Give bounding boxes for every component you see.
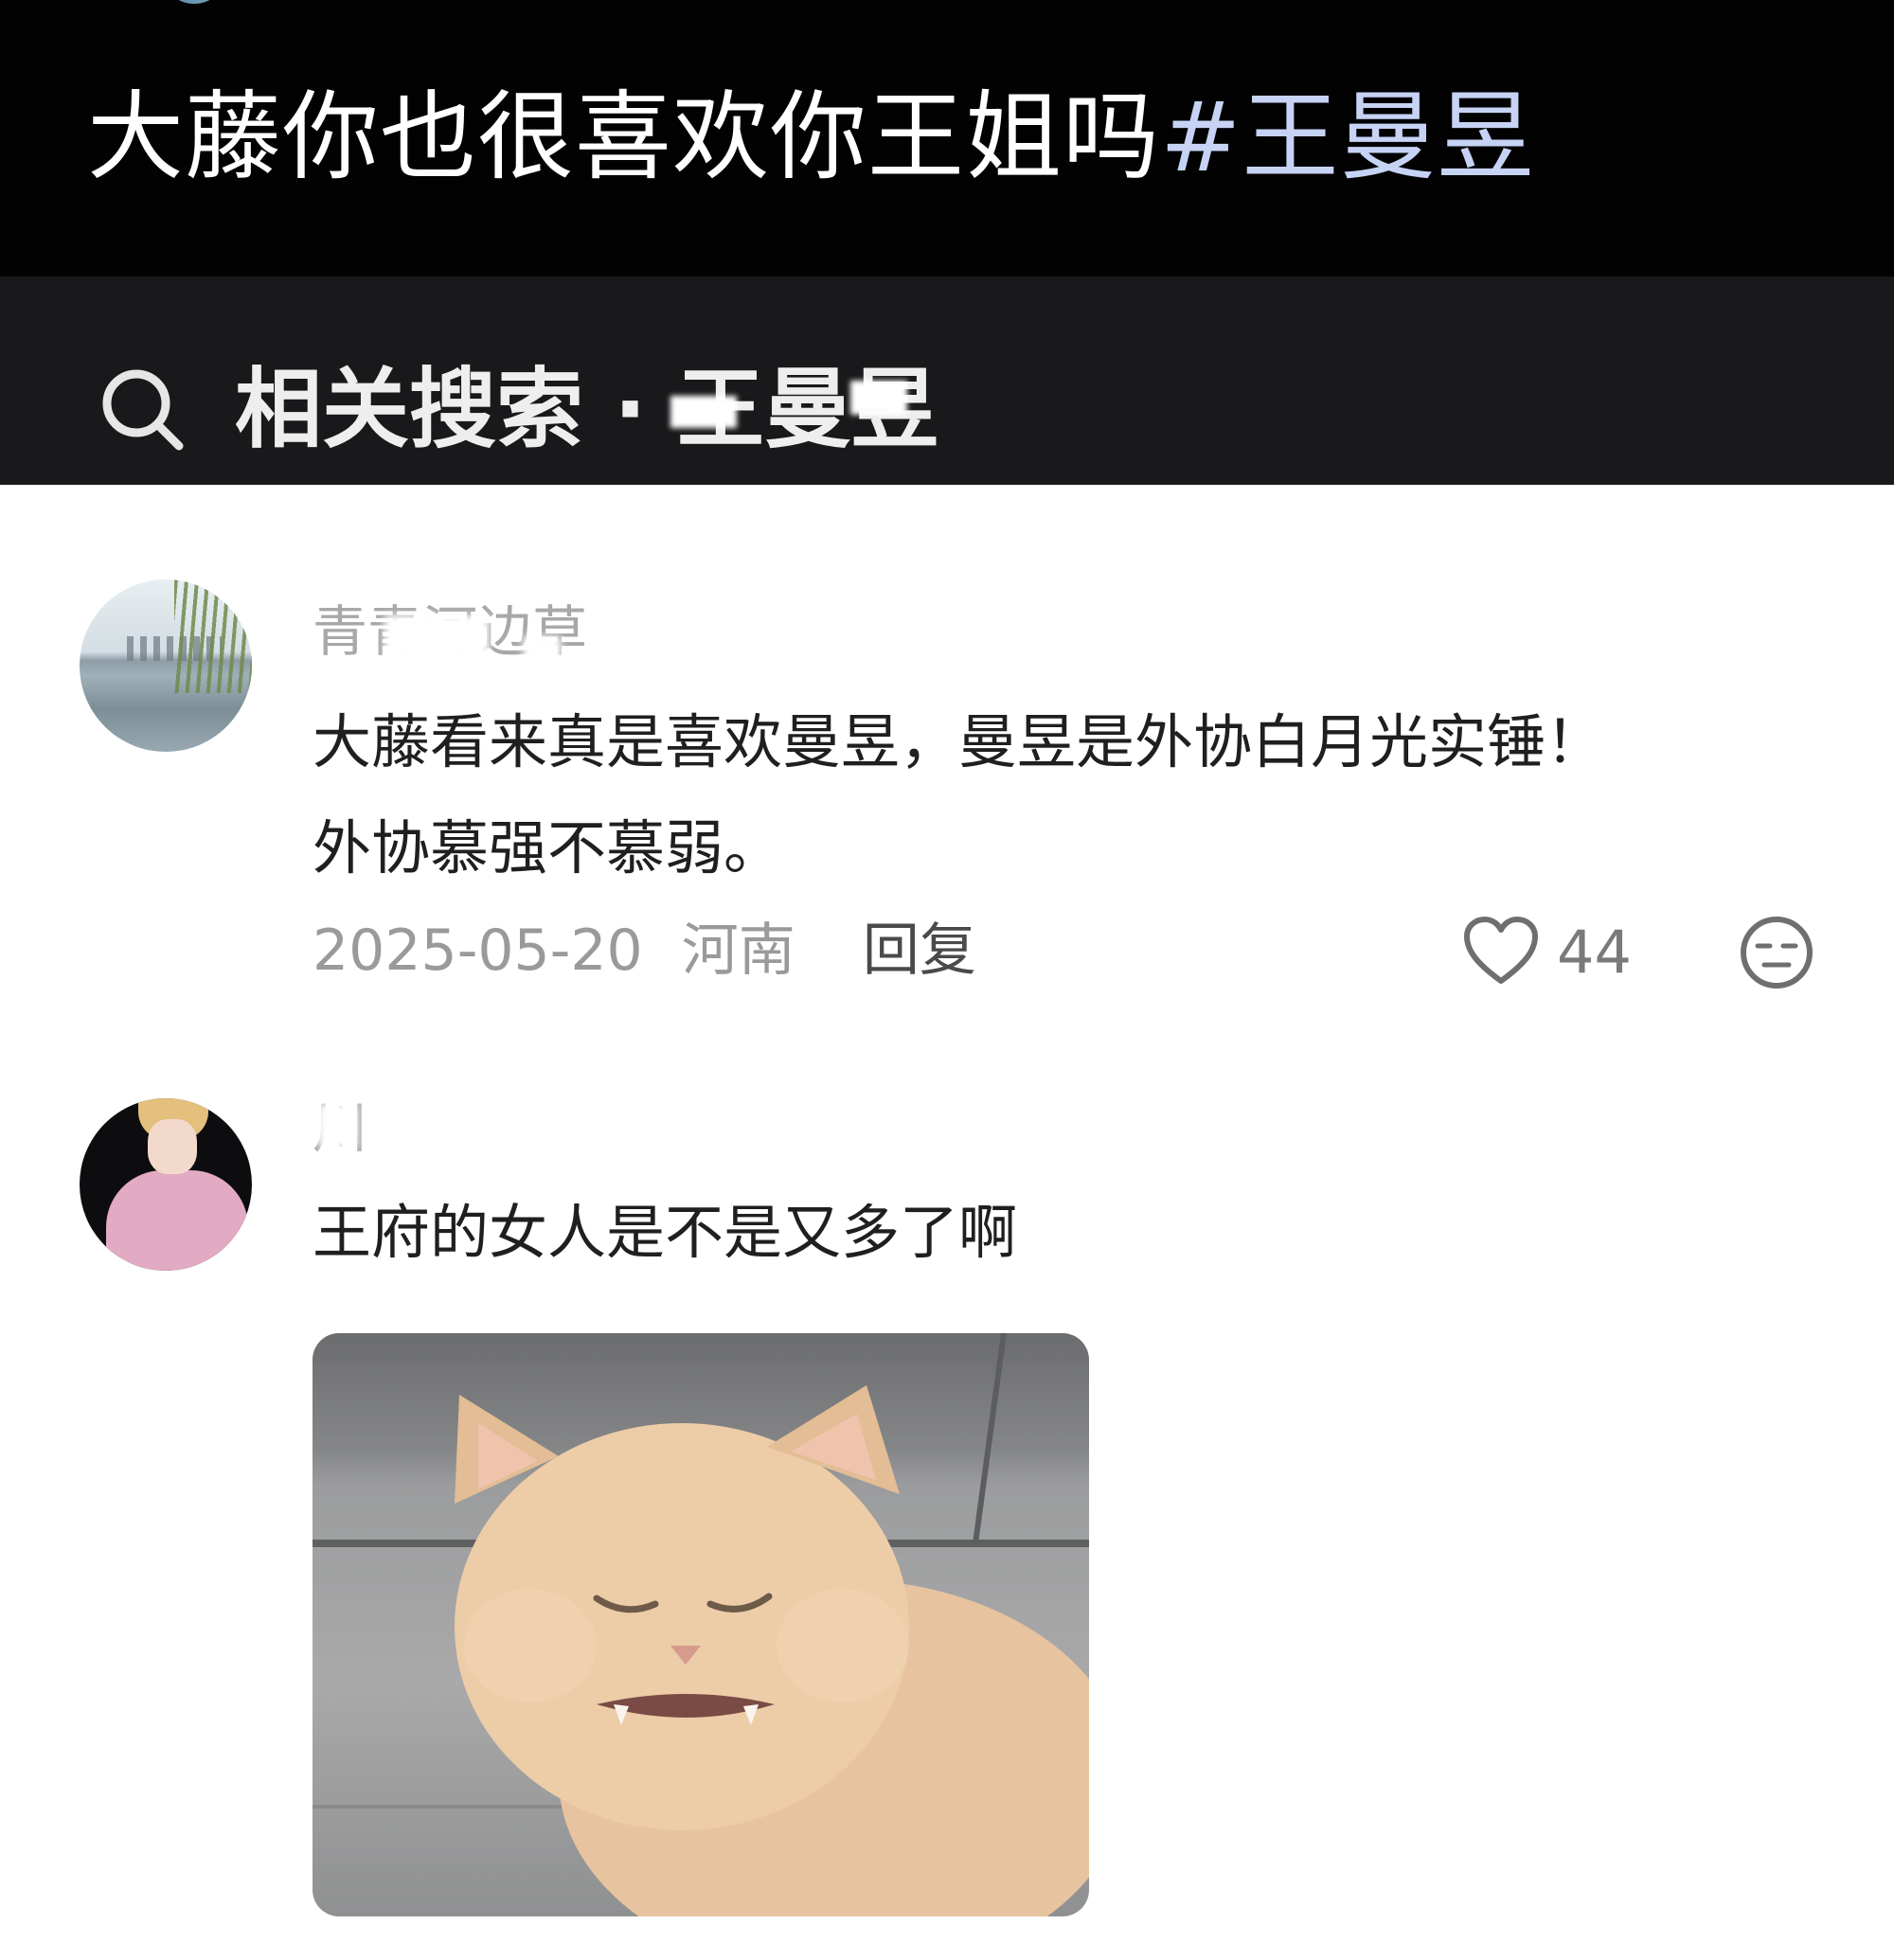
related-search-prefix: 相关搜索 ·	[235, 359, 678, 460]
comment-text-line: 大藤看来真是喜欢曼昱，曼昱是外协白月光实锤！	[313, 707, 1605, 776]
comment-text-line: 外协慕强不慕弱。	[313, 813, 783, 882]
next-comment-peek	[0, 1941, 1894, 1960]
comment-text: 王府的女人是不是又多了啊	[313, 1198, 1018, 1267]
comment-location: 河南	[681, 918, 795, 984]
heart-outline-icon[interactable]	[1462, 915, 1540, 987]
related-search-bar[interactable]: 相关搜索 · 王曼昱	[0, 276, 1894, 485]
related-search-label: 相关搜索 · 王曼昱	[235, 358, 938, 462]
meh-face-icon[interactable]	[1739, 915, 1814, 990]
cat-illustration	[313, 1333, 1089, 1916]
reply-button[interactable]: 回复	[863, 918, 976, 984]
redaction-mark	[670, 396, 737, 428]
video-caption: 大藤你也很喜欢你王姐吗#王曼昱	[87, 81, 1534, 195]
commenter-avatar[interactable]	[80, 1098, 252, 1271]
redaction-mark	[384, 615, 489, 661]
caption-hashtag-link[interactable]: #王曼昱	[1160, 81, 1534, 194]
like-count: 44	[1557, 918, 1632, 987]
redaction-mark	[523, 636, 561, 665]
video-caption-bar: 大藤你也很喜欢你王姐吗#王曼昱	[0, 0, 1894, 276]
comment-date: 2025-05-20	[313, 918, 643, 984]
cat-meme-image[interactable]	[313, 1333, 1089, 1916]
comment-meta: 2025-05-20 河南 回复	[313, 913, 976, 989]
redaction-mark	[850, 381, 907, 415]
author-avatar[interactable]	[161, 0, 227, 4]
redaction-mark	[318, 1104, 358, 1148]
comment-text: 大藤看来真是喜欢曼昱，曼昱是外协白月光实锤！ 外协慕强不慕弱。	[313, 689, 1828, 901]
search-icon	[102, 369, 184, 451]
commenter-avatar[interactable]	[80, 579, 252, 752]
caption-text: 大藤你也很喜欢你王姐吗	[87, 81, 1160, 194]
